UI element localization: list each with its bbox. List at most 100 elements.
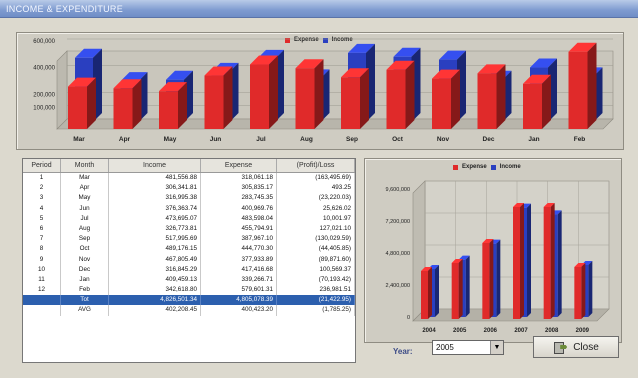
- column-header-profit-loss[interactable]: (Profit)/Loss: [277, 159, 355, 172]
- table-row[interactable]: 4 Jun 376,363.74 400,969.76 25,626.02: [23, 203, 355, 214]
- table-row[interactable]: 7 Sep 517,995.69 387,967.10 (130,029.59): [23, 234, 355, 245]
- x-tick-label: Mar: [73, 136, 85, 143]
- profit-loss-cell: 100,569.37: [277, 264, 355, 275]
- profit-loss-cell: (1,785.25): [277, 305, 355, 316]
- expense-bar-may: [159, 82, 187, 129]
- period-cell: 10: [23, 264, 61, 275]
- period-cell: 2: [23, 183, 61, 194]
- income-cell: 342,618.80: [109, 285, 201, 296]
- month-cell: May: [61, 193, 109, 204]
- period-cell: 7: [23, 234, 61, 245]
- table-row[interactable]: 5 Jul 473,695.07 483,598.04 10,001.97: [23, 213, 355, 224]
- column-header-expense[interactable]: Expense: [201, 159, 277, 172]
- period-cell: 8: [23, 244, 61, 255]
- x-tick-label: Jun: [210, 136, 222, 143]
- expense-cell: 455,794.91: [201, 223, 277, 235]
- table-row[interactable]: 12 Feb 342,618.80 579,601.31 236,981.51: [23, 285, 355, 296]
- month-cell: Nov: [61, 254, 109, 265]
- expense-cell: 579,601.31: [201, 285, 277, 296]
- income-expense-table: Period Month Income Expense (Profit)/Los…: [22, 158, 356, 363]
- y-tick-label: 600,000: [33, 39, 55, 45]
- year-label: Year:: [393, 347, 413, 356]
- month-cell: Sep: [61, 234, 109, 245]
- month-cell: Apr: [61, 183, 109, 194]
- expense-cell: 400,969.76: [201, 203, 277, 214]
- chevron-down-icon[interactable]: ▼: [490, 341, 503, 354]
- period-cell: [23, 295, 61, 306]
- expense-bar-2009: [574, 263, 586, 319]
- income-cell: 467,805.49: [109, 254, 201, 265]
- window-title: INCOME & EXPENDITURE: [0, 0, 638, 18]
- x-tick-label: Feb: [574, 136, 586, 143]
- monthly-chart-panel: Expense Income 600,000 400,000 200,000 100,…: [16, 32, 624, 150]
- x-tick-label: Sep: [346, 136, 358, 143]
- table-row-total[interactable]: Tot 4,826,501.34 4,805,078.39 (21,422.95): [23, 295, 355, 306]
- table-row-average[interactable]: AVG 402,208.45 400,423.20 (1,785.25): [23, 305, 355, 316]
- exit-door-icon: [553, 341, 567, 354]
- expense-bar-2004: [421, 267, 432, 319]
- main-window: Expense Income 600,000 400,000 200,000 100,…: [0, 18, 638, 378]
- yearly-chart-panel: Expense Income 9,600,000 7,200,000 4,800,0…: [364, 158, 622, 343]
- month-cell: Oct: [61, 244, 109, 255]
- table-row[interactable]: 1 Mar 481,556.88 318,061.18 (163,495.69): [23, 173, 355, 184]
- expense-bar-aug: [295, 59, 324, 130]
- month-cell: Jan: [61, 274, 109, 286]
- profit-loss-cell: (130,029.59): [277, 234, 355, 245]
- income-cell: 409,459.13: [109, 274, 201, 286]
- x-tick-label: Jul: [256, 136, 266, 143]
- expense-cell: 318,061.18: [201, 173, 277, 184]
- column-header-period[interactable]: Period: [23, 159, 61, 172]
- month-cell: Jul: [61, 213, 109, 224]
- income-cell: 4,826,501.34: [109, 295, 201, 306]
- period-cell: [23, 305, 61, 316]
- expense-bar-jul: [250, 55, 278, 129]
- profit-loss-cell: (89,871.60): [277, 254, 355, 265]
- expense-bar-jun: [204, 66, 233, 129]
- profit-loss-cell: 493.25: [277, 183, 355, 194]
- profit-loss-cell: (21,422.95): [277, 295, 355, 306]
- table-row[interactable]: 8 Oct 489,176.15 444,770.30 (44,405.85): [23, 244, 355, 255]
- year-select-value: 2005: [436, 343, 454, 352]
- profit-loss-cell: 25,626.02: [277, 203, 355, 214]
- income-cell: 316,845.29: [109, 264, 201, 275]
- y-tick-label: 9,600,000: [386, 187, 410, 193]
- period-cell: 11: [23, 274, 61, 286]
- table-row[interactable]: 6 Aug 326,773.81 455,794.91 127,021.10: [23, 223, 355, 235]
- period-cell: 9: [23, 254, 61, 265]
- period-cell: 5: [23, 213, 61, 224]
- period-cell: 1: [23, 173, 61, 184]
- table-row[interactable]: 9 Nov 467,805.49 377,933.89 (89,871.60): [23, 254, 355, 265]
- expense-cell: 4,805,078.39: [201, 295, 277, 306]
- x-tick-label: Nov: [437, 136, 450, 143]
- column-header-month[interactable]: Month: [61, 159, 109, 172]
- y-tick-label: 100,000: [33, 106, 55, 112]
- x-tick-label: Apr: [119, 136, 131, 143]
- income-cell: 473,695.07: [109, 213, 201, 224]
- table-row[interactable]: 3 May 316,995.38 283,745.35 (23,220.03): [23, 193, 355, 204]
- table-row[interactable]: 11 Jan 409,459.13 339,266.71 (70,193.42): [23, 274, 355, 286]
- expense-cell: 387,967.10: [201, 234, 277, 245]
- income-cell: 481,556.88: [109, 173, 201, 184]
- year-select[interactable]: 2005 ▼: [432, 340, 504, 355]
- expense-bar-2008: [543, 203, 555, 319]
- expense-bar-2005: [451, 259, 463, 319]
- expense-bar-oct: [386, 60, 415, 129]
- income-cell: 306,341.81: [109, 183, 201, 194]
- y-tick-label: 200,000: [33, 92, 55, 98]
- table-row[interactable]: 10 Dec 316,845.29 417,416.68 100,569.37: [23, 264, 355, 275]
- month-cell: Feb: [61, 285, 109, 296]
- income-cell: 326,773.81: [109, 223, 201, 235]
- income-cell: 517,995.69: [109, 234, 201, 245]
- x-tick-label: Aug: [300, 136, 313, 143]
- month-cell: Aug: [61, 223, 109, 235]
- column-header-income[interactable]: Income: [109, 159, 201, 172]
- expense-bar-feb: [568, 42, 597, 129]
- x-tick-label: 2004: [422, 328, 436, 334]
- expense-cell: 283,745.35: [201, 193, 277, 204]
- expense-bar-2007: [513, 203, 524, 319]
- close-button[interactable]: Close: [533, 336, 619, 358]
- x-tick-label: 2007: [514, 328, 528, 334]
- table-row[interactable]: 2 Apr 306,341.81 305,835.17 493.25: [23, 183, 355, 194]
- table-header: Period Month Income Expense (Profit)/Los…: [23, 159, 355, 173]
- profit-loss-cell: (163,495.69): [277, 173, 355, 184]
